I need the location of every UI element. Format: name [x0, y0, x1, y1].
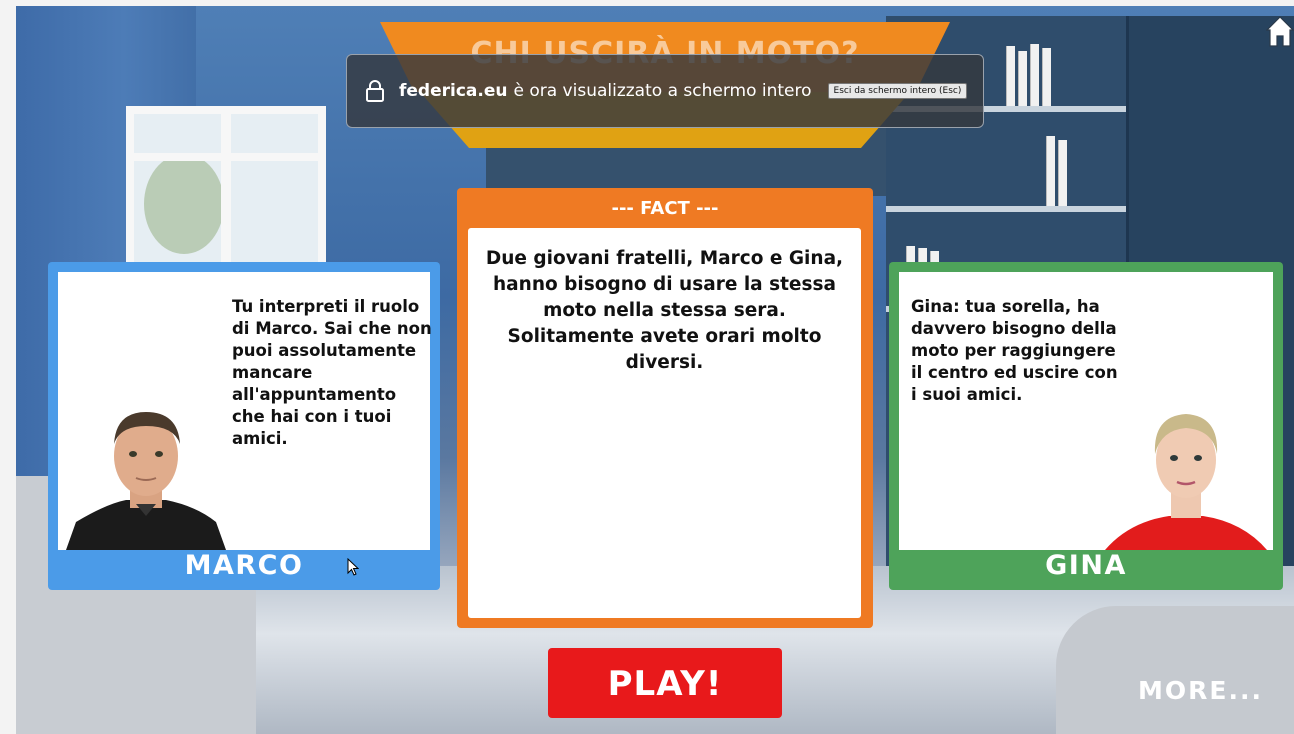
tree-outside	[144, 154, 224, 254]
window-transom	[134, 153, 318, 162]
gina-card[interactable]: Gina: tua sorella, ha davvero bisogno de…	[889, 262, 1283, 590]
marco-card[interactable]: Tu interpreti il ruolo di Marco. Sai che…	[48, 262, 440, 590]
sofa-right	[1056, 606, 1294, 734]
home-icon[interactable]	[1266, 14, 1294, 48]
window-mullion	[221, 114, 231, 278]
book	[1058, 140, 1067, 206]
more-button[interactable]: MORE...	[1138, 676, 1263, 705]
marco-description: Tu interpreti il ruolo di Marco. Sai che…	[232, 297, 432, 448]
mouse-cursor-icon	[347, 558, 359, 576]
notice-site: federica.eu	[399, 81, 508, 101]
play-button[interactable]: PLAY!	[548, 648, 782, 718]
shelf-board	[886, 206, 1126, 212]
fullscreen-notice: federica.eu è ora visualizzato a schermo…	[346, 54, 984, 128]
marco-name: MARCO	[184, 550, 304, 581]
fact-card-body: Due giovani fratelli, Marco e Gina, hann…	[468, 228, 861, 618]
gina-name: GINA	[1045, 550, 1127, 581]
notice-message: è ora visualizzato a schermo intero	[513, 81, 812, 101]
gina-avatar	[1105, 414, 1267, 550]
exit-fullscreen-button[interactable]: Esci da schermo intero (Esc)	[827, 83, 968, 99]
book	[1018, 51, 1027, 106]
window	[126, 106, 326, 286]
gina-card-body: Gina: tua sorella, ha davvero bisogno de…	[899, 272, 1273, 550]
book	[1046, 136, 1055, 206]
marco-avatar	[66, 412, 226, 550]
marco-card-body: Tu interpreti il ruolo di Marco. Sai che…	[58, 272, 432, 550]
fact-header: --- FACT ---	[611, 198, 719, 219]
fact-card: --- FACT --- Due giovani fratelli, Marco…	[457, 188, 873, 628]
lock-icon	[366, 80, 384, 102]
book	[1030, 44, 1039, 106]
fact-text: Due giovani fratelli, Marco e Gina, hann…	[485, 248, 844, 373]
gina-description: Gina: tua sorella, ha davvero bisogno de…	[911, 297, 1118, 404]
book	[1006, 46, 1015, 106]
book	[1042, 48, 1051, 106]
